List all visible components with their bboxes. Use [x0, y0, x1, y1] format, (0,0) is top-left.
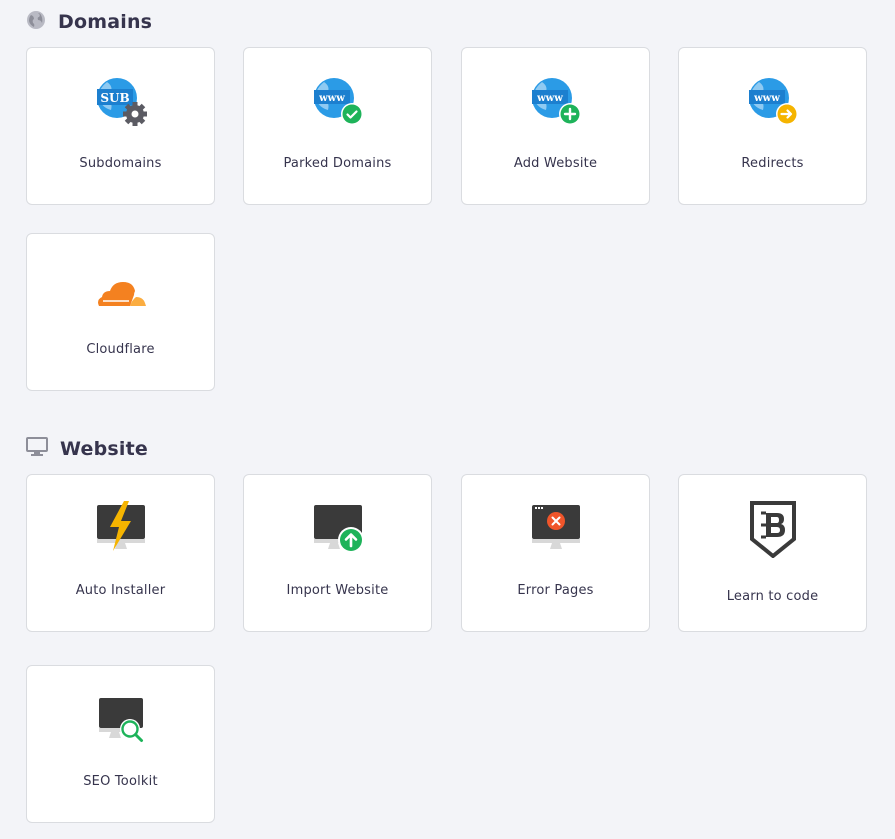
- monitor-error-icon: [531, 505, 580, 549]
- monitor-magnifier-icon: [98, 698, 143, 742]
- cloudflare-cloud-icon: [97, 282, 146, 306]
- error-pages-label: Error Pages: [517, 583, 594, 598]
- monitor-lightning-icon: [96, 501, 145, 551]
- learn-to-code-card[interactable]: Learn to code: [678, 474, 867, 632]
- import-website-card[interactable]: Import Website: [243, 474, 432, 632]
- domains-section-header: Domains: [26, 10, 152, 34]
- website-section-title: Website: [60, 438, 148, 460]
- website-section-header: Website: [26, 437, 148, 461]
- seo-toolkit-card[interactable]: SEO Toolkit: [26, 665, 215, 823]
- subdomains-card[interactable]: SUB Subdomains: [26, 47, 215, 205]
- subdomains-label: Subdomains: [79, 156, 162, 171]
- subdomain-globe-gear-icon: SUB: [96, 78, 147, 126]
- cloudflare-label: Cloudflare: [86, 342, 155, 357]
- monitor-upload-icon: [313, 505, 364, 553]
- globe-icon: [26, 10, 46, 34]
- redirects-label: Redirects: [741, 156, 804, 171]
- parked-domains-label: Parked Domains: [283, 156, 392, 171]
- cloudflare-card[interactable]: Cloudflare: [26, 233, 215, 391]
- www-globe-check-icon: www: [313, 78, 363, 125]
- domains-section-title: Domains: [58, 11, 153, 33]
- auto-installer-label: Auto Installer: [75, 583, 166, 598]
- add-website-label: Add Website: [513, 156, 598, 171]
- seo-toolkit-label: SEO Toolkit: [83, 774, 158, 789]
- svg-text:www: www: [753, 93, 780, 104]
- svg-text:www: www: [318, 93, 345, 104]
- error-pages-card[interactable]: Error Pages: [461, 474, 650, 632]
- www-globe-plus-icon: www: [531, 78, 581, 125]
- add-website-card[interactable]: www Add Website: [461, 47, 650, 205]
- auto-installer-card[interactable]: Auto Installer: [26, 474, 215, 632]
- svg-text:SUB: SUB: [100, 91, 129, 105]
- monitor-icon: [26, 437, 48, 461]
- learn-to-code-label: Learn to code: [726, 589, 819, 604]
- www-globe-arrow-icon: www: [748, 78, 798, 125]
- code-badge-b-icon: [749, 501, 796, 558]
- parked-domains-card[interactable]: www Parked Domains: [243, 47, 432, 205]
- import-website-label: Import Website: [286, 583, 389, 598]
- svg-text:www: www: [536, 93, 563, 104]
- redirects-card[interactable]: www Redirects: [678, 47, 867, 205]
